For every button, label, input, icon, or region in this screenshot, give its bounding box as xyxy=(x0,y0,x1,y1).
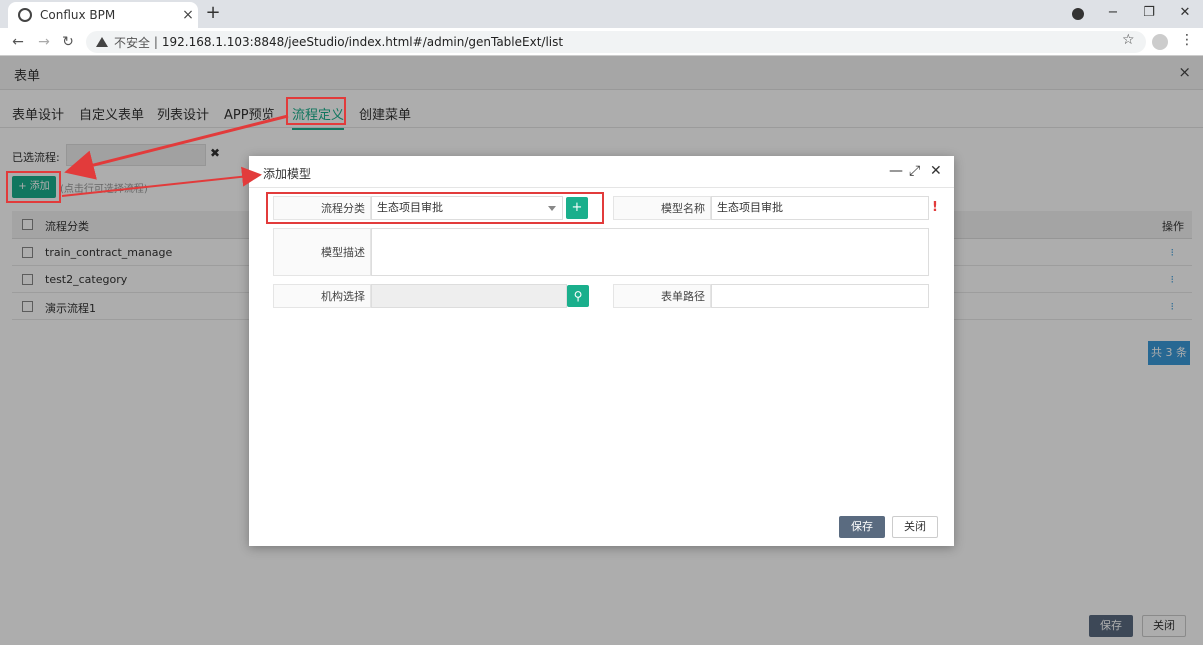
reload-icon[interactable]: ↻ xyxy=(58,32,78,52)
browser-tab-title: Conflux BPM xyxy=(40,8,116,22)
tab-close-icon[interactable]: × xyxy=(178,7,198,23)
browser-tab[interactable]: Conflux BPM × xyxy=(8,2,198,28)
url-text: 192.168.1.103:8848/jeeStudio/index.html#… xyxy=(161,35,564,49)
description-label: 模型描述 xyxy=(273,228,371,276)
maximize-icon[interactable]: ⤢ xyxy=(909,163,920,179)
window-restore-button[interactable]: ❐ xyxy=(1131,0,1167,28)
account-avatar-icon[interactable] xyxy=(1152,34,1168,50)
globe-icon xyxy=(18,8,32,22)
new-tab-button[interactable]: + xyxy=(203,3,223,23)
form-path-input[interactable] xyxy=(711,284,929,308)
back-icon[interactable]: ← xyxy=(8,32,28,52)
form-path-label: 表单路径 xyxy=(613,284,711,308)
dialog-save-button[interactable]: 保存 xyxy=(839,516,885,538)
highlight-box-category xyxy=(266,192,604,224)
model-name-input[interactable]: 生态项目审批 xyxy=(711,196,929,220)
dialog-title: 添加模型 xyxy=(263,167,312,181)
required-mark: ! xyxy=(932,200,938,215)
highlight-box-tab xyxy=(286,97,346,125)
search-icon[interactable]: ⚲ xyxy=(567,285,589,307)
dialog-close-button[interactable]: 关闭 xyxy=(892,516,938,538)
window-close-button[interactable]: ✕ xyxy=(1167,0,1203,28)
add-model-dialog: 添加模型 — ⤢ ✕ 流程分类 生态项目审批 + 模型名称 生态项目审批 ! 模… xyxy=(249,156,954,546)
close-icon[interactable]: ✕ xyxy=(930,163,942,179)
dialog-header: 添加模型 — ⤢ ✕ xyxy=(249,156,954,188)
address-bar: ← → ↻ 不安全 | 192.168.1.103:8848/jeeStudio… xyxy=(0,28,1203,56)
not-secure-label: 不安全 xyxy=(114,35,151,50)
model-name-value: 生态项目审批 xyxy=(717,201,783,214)
model-name-label: 模型名称 xyxy=(613,196,711,220)
warning-icon xyxy=(96,37,108,47)
extension-icon[interactable] xyxy=(1072,8,1084,20)
description-textarea[interactable] xyxy=(371,228,929,276)
form-row-description: 模型描述 xyxy=(273,228,933,276)
forward-icon[interactable]: → xyxy=(34,32,54,52)
highlight-box-add xyxy=(6,171,61,203)
url-input[interactable]: 不安全 | 192.168.1.103:8848/jeeStudio/index… xyxy=(86,31,1146,53)
browser-tabstrip: Conflux BPM × + − ❐ ✕ xyxy=(0,0,1203,28)
window-minimize-button[interactable]: − xyxy=(1095,0,1131,28)
form-row-org: 机构选择 ⚲ 表单路径 xyxy=(273,284,933,308)
minimize-icon[interactable]: — xyxy=(889,163,903,179)
browser-menu-icon[interactable]: ⋮ xyxy=(1180,32,1194,48)
bookmark-star-icon[interactable]: ☆ xyxy=(1122,32,1135,48)
org-input[interactable] xyxy=(371,284,567,308)
org-label: 机构选择 xyxy=(273,284,371,308)
